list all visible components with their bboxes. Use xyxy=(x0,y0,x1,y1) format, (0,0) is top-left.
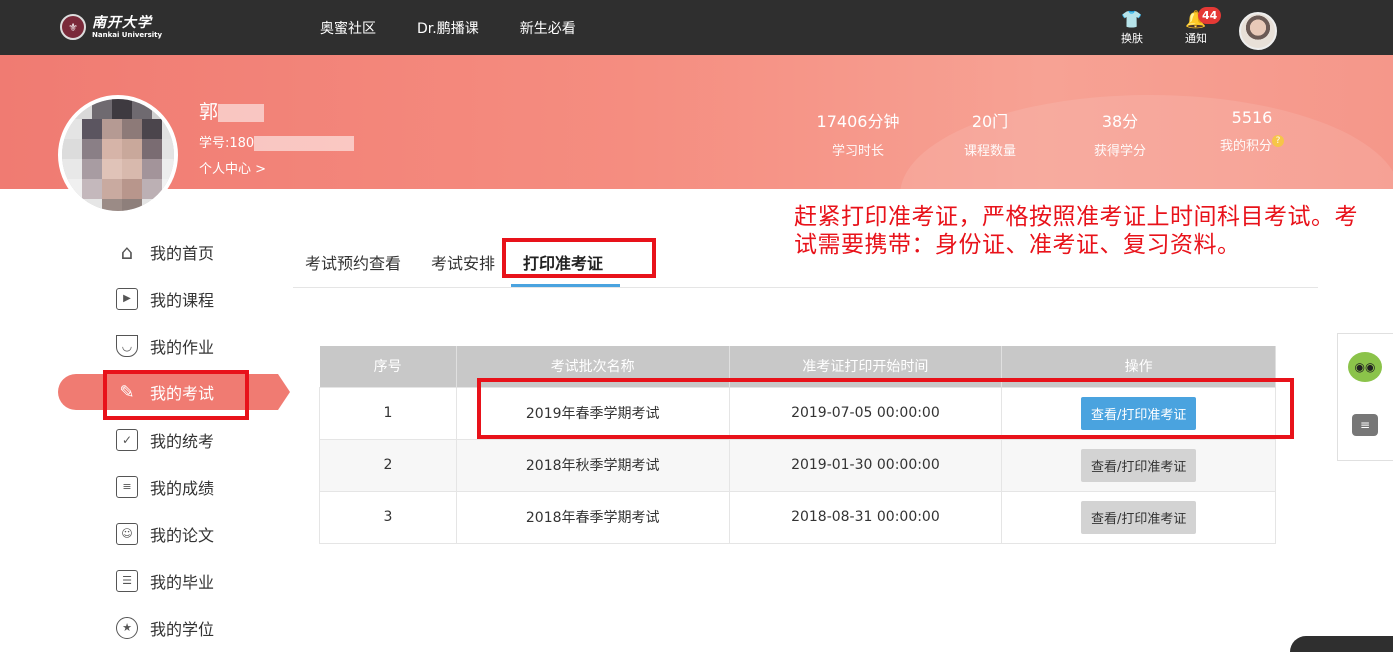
floating-side-panel: ◉◉ ≡ xyxy=(1337,333,1393,461)
cell-print-time: 2018-08-31 00:00:00 xyxy=(728,490,1003,544)
sidebar-item-unified-exam[interactable]: ✓ 我的统考 xyxy=(58,416,278,463)
sidebar-item-graduation[interactable]: ☰ 我的毕业 xyxy=(58,557,278,604)
logo-english-text: Nankai University xyxy=(92,30,163,39)
university-seal-icon: ⚜ xyxy=(60,14,86,40)
user-avatar[interactable] xyxy=(58,95,178,215)
sidebar-item-courses[interactable]: ▶ 我的课程 xyxy=(58,275,278,322)
personal-center-link[interactable]: 个人中心 > xyxy=(199,158,266,177)
stat-course-count: 20门 课程数量 xyxy=(963,112,1016,159)
table-row: 1 2019年春季学期考试 2019-07-05 00:00:00 查看/打印准… xyxy=(319,386,1276,440)
table-row: 2 2018年秋季学期考试 2019-01-30 00:00:00 查看/打印准… xyxy=(319,438,1276,492)
cell-no: 1 xyxy=(319,386,457,440)
homework-icon: ◡ xyxy=(116,334,138,357)
sidebar-item-home[interactable]: ⌂ 我的首页 xyxy=(58,228,278,275)
bottom-corner-widget[interactable] xyxy=(1290,636,1393,652)
grades-search-icon: ≡ xyxy=(116,475,138,498)
stat-points: 5516 我的积分? xyxy=(1187,108,1317,154)
sidebar-item-homework[interactable]: ◡ 我的作业 xyxy=(58,322,278,369)
notification-button[interactable]: 🔔 44 通知 xyxy=(1176,7,1222,46)
thesis-icon: ☺ xyxy=(116,522,138,545)
print-admission-button[interactable]: 查看/打印准考证 xyxy=(1080,396,1197,430)
sidebar-menu: ⌂ 我的首页 ▶ 我的课程 ◡ 我的作业 ✎ 我的考试 ✓ 我的统考 ≡ 我的成… xyxy=(58,228,290,651)
course-icon: ▶ xyxy=(116,287,138,310)
table-row: 3 2018年春季学期考试 2018-08-31 00:00:00 查看/打印准… xyxy=(319,490,1276,544)
redacted-id xyxy=(254,136,355,151)
top-navigation-bar: ⚜ 南开大学 Nankai University 奥蜜社区 Dr.鹏播课 新生必… xyxy=(0,0,1393,55)
degree-medal-icon: ★ xyxy=(116,616,138,639)
exam-pen-icon: ✎ xyxy=(119,381,135,403)
sidebar-item-thesis[interactable]: ☺ 我的论文 xyxy=(58,510,278,557)
user-name: 郭 xyxy=(199,97,265,124)
university-logo[interactable]: ⚜ 南开大学 Nankai University xyxy=(60,14,162,40)
sidebar-item-grades[interactable]: ≡ 我的成绩 xyxy=(58,463,278,510)
col-header-action: 操作 xyxy=(1001,346,1276,387)
col-header-print-time: 准考证打印开始时间 xyxy=(729,346,1003,387)
student-id: 学号:180 xyxy=(199,132,355,151)
main-nav: 奥蜜社区 Dr.鹏播课 新生必看 xyxy=(320,0,617,55)
help-icon[interactable]: ? xyxy=(1272,135,1284,147)
cell-no: 2 xyxy=(319,438,457,492)
annotation-note: 赶紧打印准考证，严格按照准考证上时间科目考试。考试需要携带：身份证、准考证、复习… xyxy=(794,204,1358,258)
nav-dr-course-link[interactable]: Dr.鹏播课 xyxy=(417,18,479,38)
cell-batch-name: 2019年春季学期考试 xyxy=(455,386,730,440)
cell-batch-name: 2018年秋季学期考试 xyxy=(455,438,730,492)
mascot-assistant-icon[interactable]: ◉◉ xyxy=(1348,352,1382,382)
notification-count-badge: 44 xyxy=(1198,7,1222,24)
user-avatar-small[interactable] xyxy=(1239,12,1277,50)
col-header-batch: 考试批次名称 xyxy=(456,346,730,387)
cell-print-time: 2019-07-05 00:00:00 xyxy=(728,386,1003,440)
active-tab-indicator xyxy=(511,284,620,287)
graduation-icon: ☰ xyxy=(116,569,138,592)
cell-print-time: 2019-01-30 00:00:00 xyxy=(728,438,1003,492)
logo-chinese-text: 南开大学 xyxy=(92,14,152,31)
cell-no: 3 xyxy=(319,490,457,544)
stat-study-time: 17406分钟 学习时长 xyxy=(816,112,900,159)
skin-button[interactable]: 👕 换肤 xyxy=(1112,10,1152,46)
exam-table: 序号 考试批次名称 准考证打印开始时间 操作 1 2019年春季学期考试 201… xyxy=(319,346,1276,544)
nav-community-link[interactable]: 奥蜜社区 xyxy=(320,18,376,38)
stat-credits: 38分 获得学分 xyxy=(1093,112,1146,159)
notify-label: 通知 xyxy=(1185,32,1207,45)
chat-feedback-icon[interactable]: ≡ xyxy=(1352,414,1378,436)
cell-batch-name: 2018年春季学期考试 xyxy=(455,490,730,544)
tab-exam-reservation[interactable]: 考试预约查看 xyxy=(305,250,401,274)
print-admission-button[interactable]: 查看/打印准考证 xyxy=(1080,448,1197,482)
unified-exam-icon: ✓ xyxy=(116,428,138,451)
nav-freshman-link[interactable]: 新生必看 xyxy=(520,18,576,38)
sidebar-item-exams[interactable]: ✎ 我的考试 xyxy=(58,374,290,410)
print-admission-button[interactable]: 查看/打印准考证 xyxy=(1080,500,1197,534)
sidebar-item-degree[interactable]: ★ 我的学位 xyxy=(58,604,278,651)
table-header-row: 序号 考试批次名称 准考证打印开始时间 操作 xyxy=(319,346,1276,387)
home-icon: ⌂ xyxy=(120,239,134,264)
col-header-no: 序号 xyxy=(319,346,457,387)
tab-exam-schedule[interactable]: 考试安排 xyxy=(431,250,495,274)
redacted-name xyxy=(218,103,265,122)
skin-label: 换肤 xyxy=(1121,32,1143,45)
tab-print-admission[interactable]: 打印准考证 xyxy=(523,250,603,274)
shirt-icon: 👕 xyxy=(1121,10,1143,30)
